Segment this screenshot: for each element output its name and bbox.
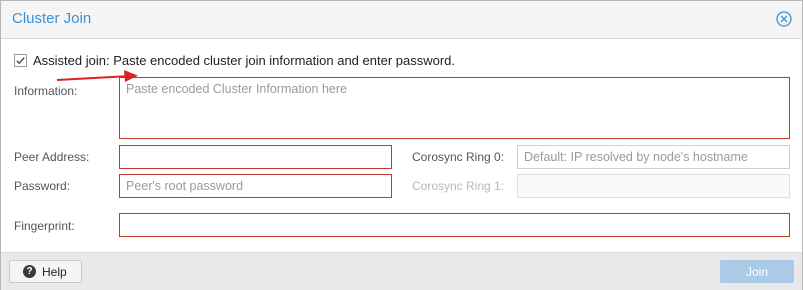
password-input[interactable] [119, 174, 392, 198]
peer-address-label: Peer Address: [14, 150, 90, 164]
fingerprint-label: Fingerprint: [14, 219, 75, 233]
dialog-footer: ? Help Join [1, 252, 802, 290]
assisted-join-label: Assisted join: Paste encoded cluster joi… [33, 53, 456, 68]
question-circle-icon: ? [23, 265, 36, 278]
dialog-body: Assisted join: Paste encoded cluster joi… [1, 39, 802, 252]
corosync-ring1-label: Corosync Ring 1: [412, 179, 505, 193]
help-button[interactable]: ? Help [9, 260, 82, 283]
peer-address-input[interactable] [119, 145, 392, 169]
dialog-title: Cluster Join [12, 10, 92, 27]
corosync-ring0-input[interactable] [517, 145, 790, 169]
information-textarea[interactable] [119, 77, 790, 139]
password-label: Password: [14, 179, 71, 193]
corosync-ring0-label: Corosync Ring 0: [412, 150, 505, 164]
fingerprint-input[interactable] [119, 213, 790, 237]
red-arrow-icon [56, 70, 138, 82]
cluster-join-dialog: Cluster Join Assisted join: Paste encode… [0, 0, 803, 290]
join-button-label: Join [745, 264, 768, 279]
dialog-titlebar: Cluster Join [1, 1, 802, 39]
assisted-join-checkbox[interactable] [14, 54, 27, 67]
corosync-ring1-input[interactable] [517, 174, 790, 198]
help-button-label: Help [42, 264, 67, 279]
join-button[interactable]: Join [720, 260, 794, 283]
close-icon[interactable] [776, 11, 792, 27]
